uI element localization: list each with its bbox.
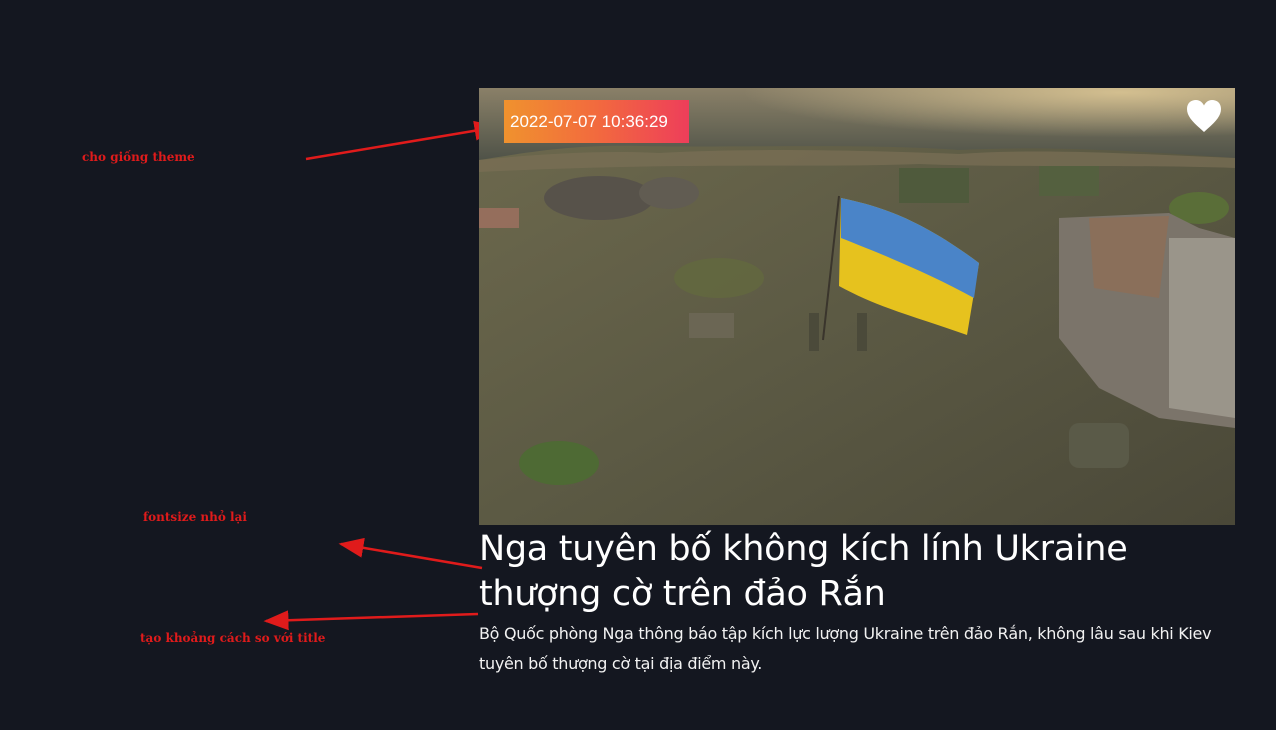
article-description: Bộ Quốc phòng Nga thông báo tập kích lực… <box>479 624 1212 673</box>
news-card[interactable]: 2022-07-07 10:36:29 Nga tuyên bố không k… <box>479 88 1235 679</box>
arrow-to-description <box>263 610 479 631</box>
arrow-to-date-badge <box>305 120 500 161</box>
arrow-to-title <box>338 537 483 570</box>
annotation-spacing-note: tạo khoảng cách so với title <box>140 631 326 645</box>
news-image-container[interactable]: 2022-07-07 10:36:29 <box>479 88 1235 525</box>
article-title[interactable]: Nga tuyên bố không kích lính Ukraine thư… <box>479 527 1235 617</box>
heart-icon[interactable] <box>1185 98 1223 134</box>
annotation-fontsize-note: fontsize nhỏ lại <box>143 510 247 524</box>
date-badge: 2022-07-07 10:36:29 <box>504 100 689 143</box>
news-photo <box>479 88 1235 525</box>
page: cho giống theme fontsize nhỏ lại tạo kho… <box>0 0 1276 730</box>
annotation-theme-note: cho giống theme <box>82 150 195 164</box>
